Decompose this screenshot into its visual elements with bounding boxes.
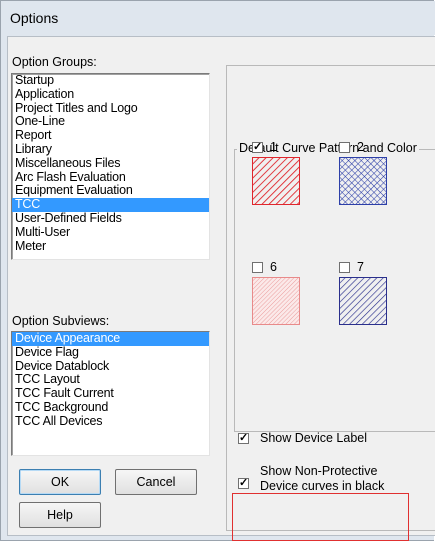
option-group-item[interactable]: Meter (12, 239, 209, 254)
pattern-2-label: 2 (357, 140, 364, 154)
pattern-7-swatch[interactable] (339, 277, 387, 325)
option-subview-item[interactable]: TCC Layout (12, 373, 209, 387)
option-subview-item[interactable]: TCC Fault Current (12, 386, 209, 401)
option-subview-item[interactable]: TCC All Devices (12, 414, 209, 429)
title-bar[interactable]: Options (1, 1, 435, 35)
pattern-6-checkbox[interactable] (252, 262, 263, 273)
option-group-item[interactable]: User-Defined Fields (12, 211, 209, 226)
option-group-item[interactable]: Report (12, 128, 209, 143)
dialog-client-area: Option Groups: Startup Application Project… (7, 36, 435, 541)
option-group-item[interactable]: Application (12, 87, 209, 102)
option-group-item[interactable]: Miscellaneous Files (12, 156, 209, 171)
show-device-label-checkbox[interactable]: ✓ (238, 433, 249, 444)
option-group-item[interactable]: Library (12, 142, 209, 157)
checkmark-icon: ✓ (239, 432, 249, 444)
option-groups-listbox[interactable]: Startup Application Project Titles and Log… (11, 73, 210, 260)
option-group-item[interactable]: Project Titles and Logo (12, 101, 209, 116)
pattern-1-swatch[interactable] (252, 157, 300, 205)
curve-pattern-group-title: Default Curve Pattern and Color (237, 141, 419, 155)
option-groups-label: Option Groups: (12, 55, 97, 69)
checkmark-icon: ✓ (253, 141, 263, 153)
option-group-item[interactable]: One-Line (12, 115, 209, 129)
pattern-1-checkbox[interactable]: ✓ (252, 142, 263, 153)
option-group-item[interactable]: Arc Flash Evaluation (12, 170, 209, 185)
option-subview-item[interactable]: Device Flag (12, 345, 209, 360)
cancel-button[interactable]: Cancel (115, 469, 197, 495)
option-group-item[interactable]: Equipment Evaluation (12, 184, 209, 198)
option-group-item[interactable]: Startup (12, 73, 209, 88)
highlight-box (232, 493, 409, 541)
pattern-6-label: 6 (270, 260, 277, 274)
show-non-protective-checkbox[interactable]: ✓ (238, 478, 249, 489)
pattern-7-checkbox[interactable] (339, 262, 350, 273)
option-subviews-label: Option Subviews: (12, 314, 110, 328)
pattern-7-label: 7 (357, 260, 364, 274)
options-window: Options Option Groups: Startup Applicatio… (0, 0, 435, 541)
help-button[interactable]: Help (19, 502, 101, 528)
show-non-protective-line2: Device curves in black (260, 479, 385, 493)
window-title: Options (10, 10, 59, 26)
option-subview-item[interactable]: Device Appearance (12, 331, 209, 346)
show-non-protective-line1: Show Non-Protective (260, 464, 378, 478)
option-subview-item[interactable]: Device Datablock (12, 359, 209, 374)
show-device-label-text: Show Device Label (260, 431, 368, 445)
ok-button[interactable]: OK (19, 469, 101, 495)
option-group-item[interactable]: TCC (12, 197, 209, 212)
pattern-2-swatch[interactable] (339, 157, 387, 205)
option-subviews-listbox[interactable]: Device Appearance Device Flag Device Datab… (11, 331, 210, 456)
option-subview-item[interactable]: TCC Background (12, 400, 209, 415)
option-group-item[interactable]: Multi-User (12, 225, 209, 240)
pattern-2-checkbox[interactable] (339, 142, 350, 153)
pattern-6-swatch[interactable] (252, 277, 300, 325)
pattern-1-label: 1 (270, 140, 277, 154)
checkmark-icon: ✓ (239, 477, 249, 489)
